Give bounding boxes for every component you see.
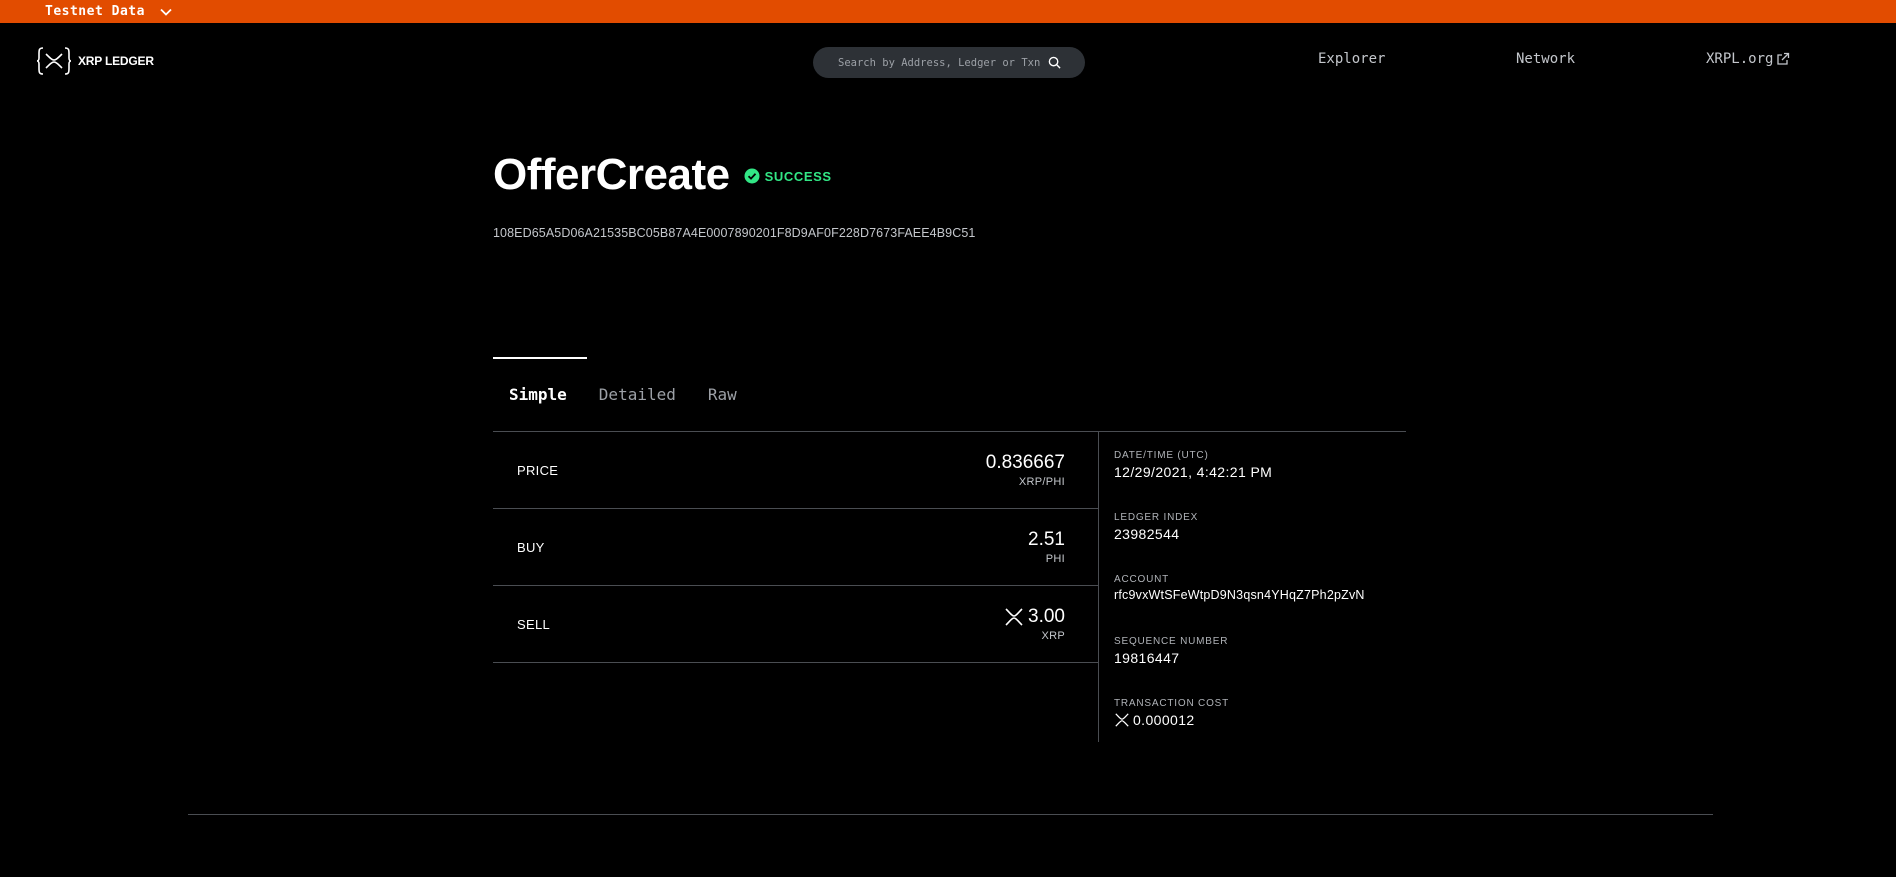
account-link[interactable]: rfc9vxWtSFeWtpD9N3qsn4YHqZ7Ph2pZvN bbox=[1114, 588, 1365, 602]
price-currency: XRP/PHI bbox=[1018, 476, 1065, 488]
sell-amount: 3.00 bbox=[1004, 606, 1065, 628]
nav-xrpl-org[interactable]: XRPL.org bbox=[1706, 51, 1790, 67]
external-link-icon bbox=[1777, 52, 1790, 65]
transaction-details: DATE/TIME (UTC) 12/29/2021, 4:42:21 PM L… bbox=[1114, 450, 1365, 760]
detail-fee: TRANSACTION COST 0.000012 bbox=[1114, 698, 1365, 760]
buy-row: BUY 2.51 PHI bbox=[493, 509, 1098, 586]
datetime-label: DATE/TIME (UTC) bbox=[1114, 450, 1209, 461]
nav-xrpl-label: XRPL.org bbox=[1706, 51, 1774, 67]
account-label: ACCOUNT bbox=[1114, 574, 1170, 585]
buy-amount: 2.51 bbox=[1028, 529, 1065, 551]
buy-amount-text: 2.51 bbox=[1028, 529, 1065, 550]
sell-value: 3.00 XRP bbox=[1004, 606, 1065, 642]
detail-ledger-index: LEDGER INDEX 23982544 bbox=[1114, 512, 1365, 574]
network-banner: Testnet Data bbox=[0, 0, 1896, 23]
transaction-type: OfferCreate bbox=[493, 150, 730, 199]
xrp-icon bbox=[1115, 713, 1129, 727]
buy-currency: PHI bbox=[1045, 553, 1065, 565]
tab-bar: Simple Detailed Raw bbox=[493, 385, 753, 404]
xrp-icon bbox=[1005, 608, 1023, 626]
tab-raw[interactable]: Raw bbox=[692, 385, 753, 404]
sequence-label: SEQUENCE NUMBER bbox=[1114, 636, 1229, 647]
check-circle-icon bbox=[744, 168, 760, 184]
offer-summary: PRICE 0.836667 XRP/PHI BUY 2.51 PHI SELL… bbox=[493, 432, 1098, 663]
sell-amount-text: 3.00 bbox=[1028, 606, 1065, 627]
status-text: SUCCESS bbox=[764, 168, 832, 184]
price-amount-text: 0.836667 bbox=[985, 452, 1065, 473]
tab-detailed[interactable]: Detailed bbox=[583, 385, 692, 404]
detail-datetime: DATE/TIME (UTC) 12/29/2021, 4:42:21 PM bbox=[1114, 450, 1365, 512]
tab-simple[interactable]: Simple bbox=[493, 385, 583, 404]
search-input[interactable] bbox=[838, 56, 1058, 69]
footer-divider bbox=[188, 814, 1713, 815]
fee-label: TRANSACTION COST bbox=[1114, 698, 1230, 709]
price-label: PRICE bbox=[517, 462, 559, 478]
sell-row: SELL 3.00 XRP bbox=[493, 586, 1098, 663]
ledger-index-label: LEDGER INDEX bbox=[1114, 512, 1199, 523]
xrp-ledger-logo[interactable]: XRP LEDGER bbox=[36, 46, 154, 76]
ledger-index-link[interactable]: 23982544 bbox=[1114, 526, 1365, 542]
buy-label: BUY bbox=[517, 539, 545, 555]
sell-label: SELL bbox=[517, 616, 551, 632]
buy-value: 2.51 PHI bbox=[1028, 529, 1065, 565]
network-label: Testnet Data bbox=[45, 4, 145, 19]
detail-sequence: SEQUENCE NUMBER 19816447 bbox=[1114, 636, 1365, 698]
fee-amount: 0.000012 bbox=[1133, 712, 1195, 728]
status-badge: SUCCESS bbox=[744, 168, 832, 184]
xrpl-logo-icon bbox=[36, 47, 72, 75]
search-bar bbox=[813, 47, 1085, 78]
nav-explorer[interactable]: Explorer bbox=[1318, 51, 1385, 67]
logo-text: XRP LEDGER bbox=[78, 54, 154, 68]
chevron-down-icon bbox=[160, 8, 172, 16]
transaction-title-row: OfferCreate SUCCESS bbox=[493, 150, 832, 200]
sell-currency: XRP bbox=[1041, 630, 1065, 642]
network-selector[interactable]: Testnet Data bbox=[45, 4, 173, 19]
price-amount: 0.836667 bbox=[986, 452, 1065, 474]
sequence-value: 19816447 bbox=[1114, 650, 1180, 666]
header: XRP LEDGER Explorer Network XRPL.org bbox=[0, 23, 1896, 103]
detail-account: ACCOUNT rfc9vxWtSFeWtpD9N3qsn4YHqZ7Ph2pZ… bbox=[1114, 574, 1365, 636]
price-row: PRICE 0.836667 XRP/PHI bbox=[493, 432, 1098, 509]
fee-value: 0.000012 bbox=[1114, 712, 1365, 728]
search-icon[interactable] bbox=[1048, 56, 1061, 69]
price-value: 0.836667 XRP/PHI bbox=[986, 452, 1065, 488]
datetime-value: 12/29/2021, 4:42:21 PM bbox=[1114, 464, 1273, 480]
nav-network[interactable]: Network bbox=[1516, 51, 1575, 67]
transaction-hash: 108ED65A5D06A21535BC05B87A4E0007890201F8… bbox=[493, 226, 976, 240]
active-tab-indicator bbox=[493, 357, 587, 359]
panel-divider bbox=[1098, 432, 1099, 742]
